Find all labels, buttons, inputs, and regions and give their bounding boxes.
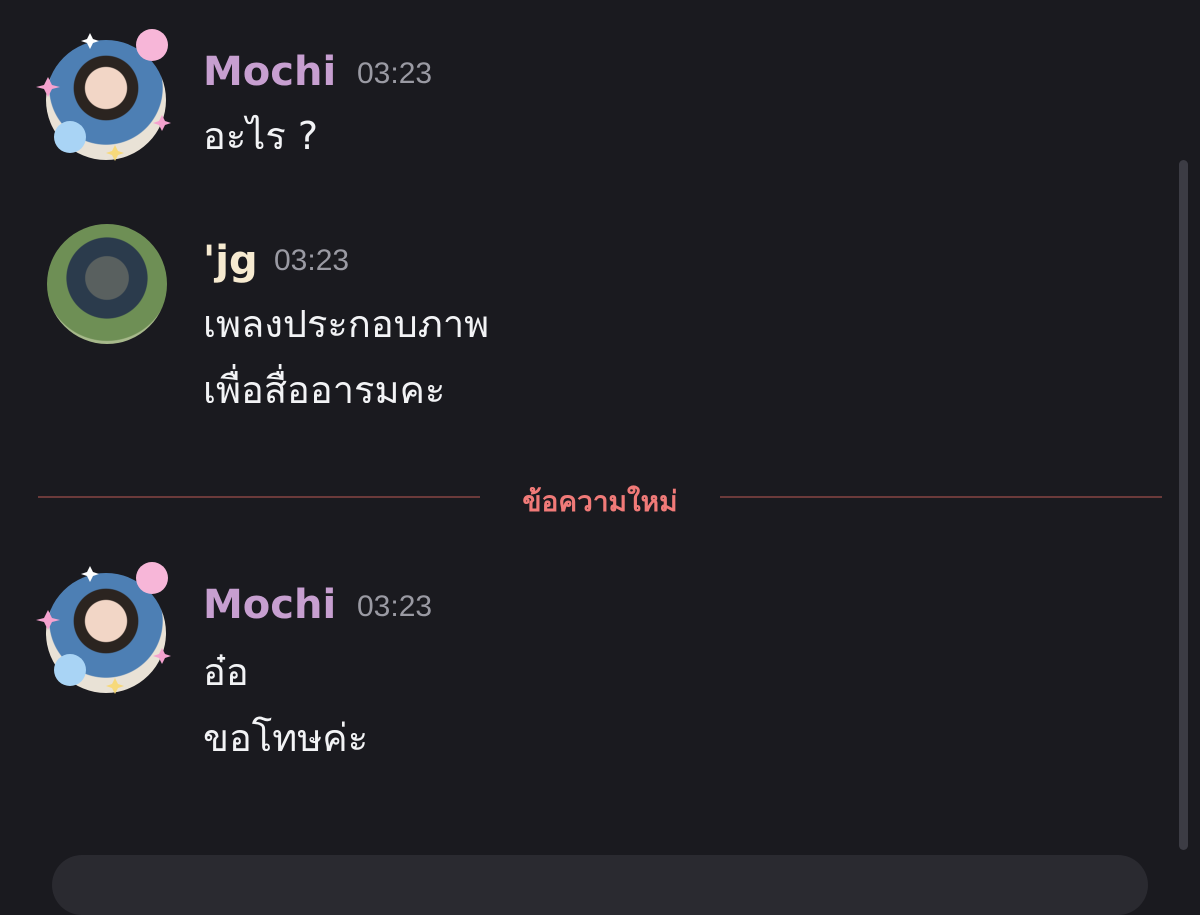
author-name[interactable]: Mochi xyxy=(203,52,336,92)
author-name[interactable]: 'jg xyxy=(203,241,258,281)
message-text: เพื่อสื่ออารมคะ xyxy=(203,368,446,412)
message-text: ขอโทษค่ะ xyxy=(203,716,369,760)
message-text: เพลงประกอบภาพ xyxy=(203,302,490,346)
new-messages-label: ข้อความใหม่ xyxy=(522,485,678,518)
scrollbar[interactable] xyxy=(1179,160,1188,850)
new-messages-divider xyxy=(720,496,1162,498)
message-composer[interactable] xyxy=(52,855,1148,915)
timestamp: 03:23 xyxy=(357,590,433,623)
avatar[interactable] xyxy=(47,224,167,344)
message-text: อ๋อ xyxy=(203,650,249,694)
timestamp: 03:23 xyxy=(274,244,350,277)
avatar[interactable] xyxy=(46,40,166,160)
new-messages-divider xyxy=(38,496,480,498)
message-text: อะไร ? xyxy=(203,114,319,158)
timestamp: 03:23 xyxy=(357,57,433,90)
avatar[interactable] xyxy=(46,573,166,693)
author-name[interactable]: Mochi xyxy=(203,585,336,625)
